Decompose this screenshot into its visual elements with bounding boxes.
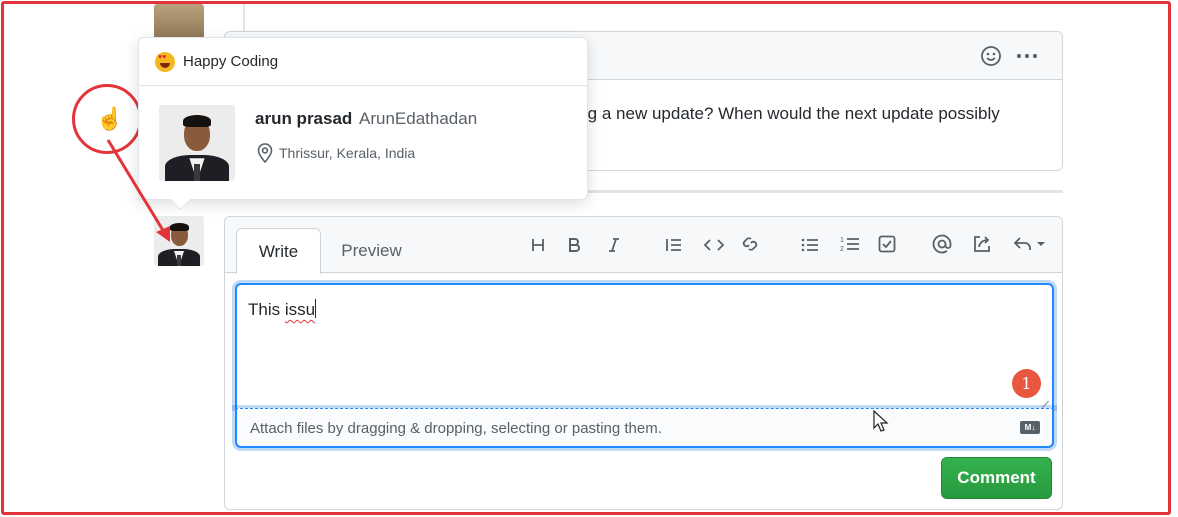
- comment-submit-button[interactable]: Comment: [941, 457, 1052, 499]
- link-icon[interactable]: [737, 234, 763, 260]
- more-options-icon[interactable]: [1015, 45, 1039, 72]
- new-comment-form: Write Preview 12 This issu Attach files …: [224, 216, 1063, 510]
- svg-text:2: 2: [840, 246, 844, 253]
- italic-icon[interactable]: [601, 234, 627, 260]
- comment-textarea[interactable]: This issu: [235, 283, 1054, 408]
- bulleted-list-icon[interactable]: [797, 234, 823, 260]
- reference-icon[interactable]: [969, 234, 995, 260]
- text-caret: [315, 299, 317, 318]
- current-user-avatar[interactable]: [154, 216, 204, 266]
- bold-icon[interactable]: [561, 234, 587, 260]
- user-location-text: Thrissur, Kerala, India: [279, 145, 416, 161]
- file-attachment-bar[interactable]: Attach files by dragging & dropping, sel…: [235, 408, 1054, 448]
- hand-cursor-icon: ☝: [96, 106, 124, 131]
- user-location: Thrissur, Kerala, India: [257, 143, 415, 163]
- user-status-text: Happy Coding: [183, 53, 279, 70]
- code-icon[interactable]: [701, 234, 727, 260]
- user-login[interactable]: ArunEdathadan: [359, 109, 477, 129]
- tab-write[interactable]: Write: [236, 228, 321, 274]
- numbered-list-icon[interactable]: 12: [837, 234, 863, 260]
- svg-text:1: 1: [840, 237, 844, 244]
- misspelled-word: issu: [284, 300, 316, 319]
- tab-preview[interactable]: Preview: [329, 228, 414, 274]
- emoji-reaction-icon[interactable]: [980, 45, 1002, 72]
- user-display-name[interactable]: arun prasad: [255, 109, 352, 129]
- comment-text: This: [248, 300, 285, 319]
- task-list-icon[interactable]: [874, 234, 900, 260]
- star-struck-emoji-icon: [155, 51, 175, 72]
- hovercard-avatar[interactable]: [159, 105, 235, 181]
- user-status: Happy Coding: [139, 38, 587, 86]
- user-hovercard: Happy Coding arun prasad ArunEdathadan T…: [138, 37, 588, 200]
- markdown-icon[interactable]: M↓: [1020, 421, 1040, 434]
- mouse-pointer-icon: [873, 410, 889, 432]
- attach-hint-text: Attach files by dragging & dropping, sel…: [250, 420, 662, 437]
- location-pin-icon: [257, 143, 273, 163]
- heading-icon[interactable]: [525, 234, 551, 260]
- step-number-badge: 1: [1012, 369, 1041, 398]
- resize-handle[interactable]: [1036, 395, 1050, 408]
- quote-icon[interactable]: [661, 234, 687, 260]
- saved-replies-icon[interactable]: [1011, 234, 1051, 260]
- mention-icon[interactable]: [929, 234, 955, 260]
- editor-header: Write Preview 12: [225, 217, 1062, 274]
